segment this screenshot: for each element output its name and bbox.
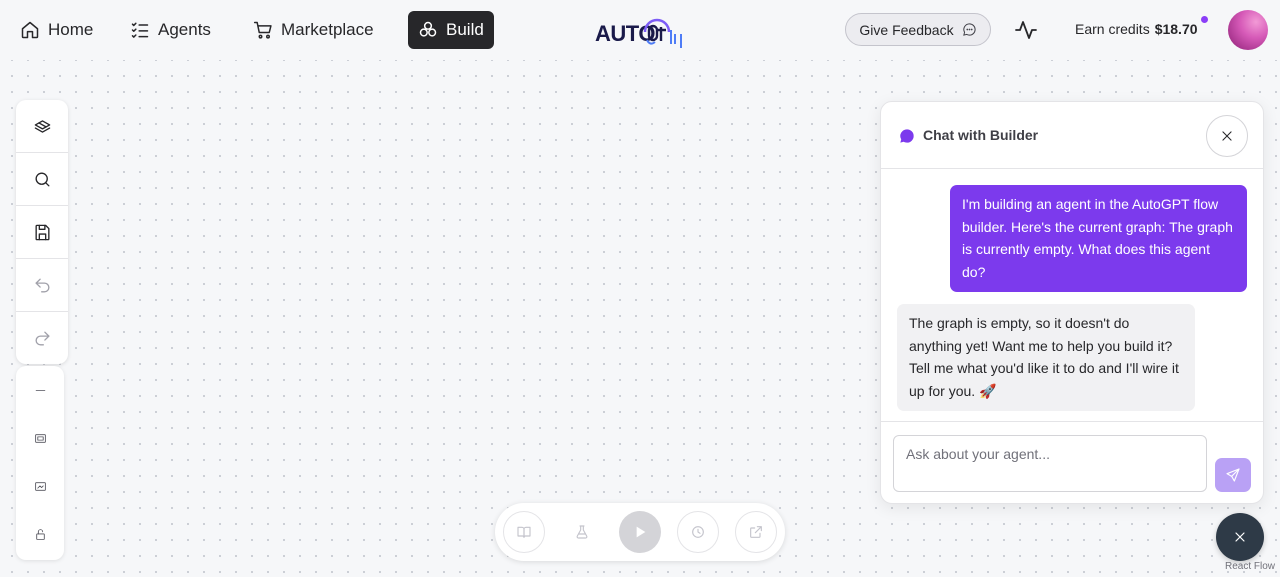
minimap-toggle-button[interactable] [16,462,64,510]
nav-home-label: Home [48,20,94,39]
chat-bubble-icon [900,129,914,143]
give-feedback-label: Give Feedback [859,21,954,38]
send-button[interactable] [1215,458,1251,492]
chat-header: Chat with Builder [881,102,1263,169]
nav-build[interactable]: Build [408,11,494,49]
close-icon [1222,131,1232,141]
lock-icon [35,528,45,540]
activity-icon [1015,21,1037,39]
credits-display[interactable]: Earn credits $18.70 [1075,21,1198,37]
save-button[interactable] [16,206,68,259]
cart-icon [253,21,272,39]
chat-input[interactable] [893,435,1207,492]
share-button[interactable] [735,511,777,553]
credits-value: $18.70 [1154,21,1198,37]
library-button[interactable] [503,511,545,553]
user-avatar[interactable] [1228,10,1268,50]
fit-view-icon [34,433,46,443]
close-chat-button[interactable] [1206,115,1248,157]
search-icon [34,171,50,187]
play-icon [636,526,646,538]
history-button[interactable] [677,511,719,553]
assistant-message: The graph is empty, so it doesn't do any… [897,304,1195,411]
zoom-out-icon [35,389,45,391]
toggle-minimap-icon [34,481,46,491]
give-feedback-button[interactable]: Give Feedback [845,13,991,46]
checklist-icon [131,22,149,38]
flask-icon [576,525,588,539]
blocks-menu-button[interactable] [16,100,68,153]
logo-mark [643,18,682,48]
credits-label: Earn credits [1075,21,1150,37]
undo-button[interactable] [16,259,68,312]
chat-footer [881,421,1263,503]
library-icon [517,526,531,538]
close-icon [1235,532,1245,542]
search-button[interactable] [16,153,68,206]
user-message: I'm building an agent in the AutoGPT flo… [950,185,1247,292]
autogpt-logo[interactable]: AUTO [595,8,687,52]
lock-button[interactable] [16,510,64,558]
chat-panel: Chat with Builder I'm building an agent … [880,101,1264,504]
nav-agents-label: Agents [158,20,211,39]
flow-controls [16,366,64,560]
nav-build-label: Build [446,20,484,39]
home-icon [21,21,39,39]
nav-marketplace-label: Marketplace [281,20,374,39]
message-circle-icon [962,23,976,36]
run-toolbar [495,503,785,561]
blocks-icon [34,119,50,133]
activity-button[interactable] [1014,18,1038,42]
nav-marketplace[interactable]: Marketplace [243,11,384,49]
send-icon [1226,468,1240,482]
test-button[interactable] [561,511,603,553]
run-button[interactable] [619,511,661,553]
nav-home[interactable]: Home [10,11,103,49]
redo-icon [35,331,50,346]
nav-agents[interactable]: Agents [120,11,221,49]
zoom-out-button[interactable] [16,366,64,414]
undo-icon [34,277,49,293]
editor-toolbar [16,100,68,364]
history-icon [692,526,704,538]
react-flow-attribution[interactable]: React Flow [1225,561,1275,572]
redo-button[interactable] [16,312,68,365]
toggle-chat-button[interactable] [1216,513,1264,561]
notification-dot [1201,16,1208,23]
fit-view-button[interactable] [16,414,64,462]
save-icon [34,224,50,240]
blocks-icon [419,21,437,37]
top-navbar: Home Agents Marketplace Build AUTO Give … [0,0,1280,60]
chat-title: Chat with Builder [923,127,1039,143]
share-icon [750,526,762,538]
